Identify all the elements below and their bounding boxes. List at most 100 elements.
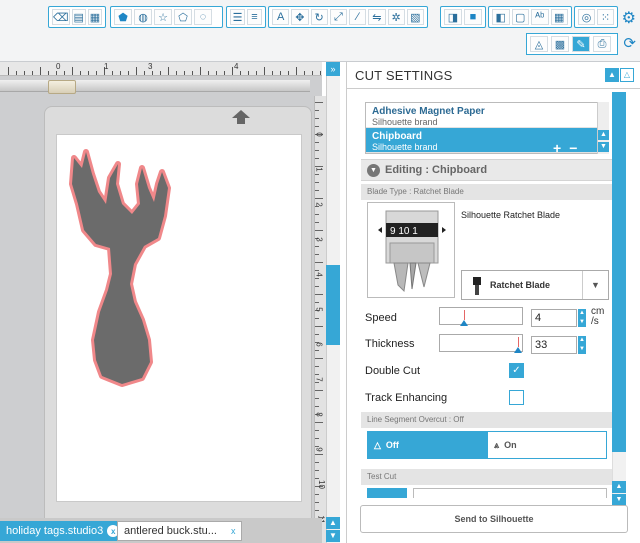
ruler-tick: [144, 71, 145, 75]
ruler-tick: [315, 502, 319, 503]
send-to-silhouette-button[interactable]: Send to Silhouette: [360, 505, 628, 533]
text-tool-icon[interactable]: A: [272, 9, 290, 25]
panel-scroll-thumb[interactable]: [612, 92, 626, 452]
gear-icon[interactable]: ⚙: [622, 8, 636, 28]
thickness-slider-thumb[interactable]: [514, 347, 522, 353]
knife-icon[interactable]: ∕: [349, 9, 367, 25]
rotate-icon[interactable]: ↻: [310, 9, 328, 25]
speed-stepper-icon[interactable]: ▲ ▼: [578, 309, 586, 327]
line-color-icon[interactable]: ☰: [230, 9, 245, 25]
line-style-icon[interactable]: ≡: [247, 9, 262, 25]
zoom-track[interactable]: [0, 80, 310, 92]
track-enhancing-checkbox[interactable]: [509, 390, 524, 405]
overcut-on-button[interactable]: ⩓ On: [487, 431, 607, 459]
ruler-tick: [315, 182, 319, 183]
thickness-slider[interactable]: [439, 334, 523, 353]
scale-icon[interactable]: ⤢: [329, 9, 347, 25]
toolbar-panels: ◬ ▩ ✎ ⎙: [526, 33, 618, 55]
ruler-tick: [315, 294, 323, 295]
polygon-icon[interactable]: ⬠: [174, 9, 192, 25]
page-setup-icon[interactable]: ▢: [511, 9, 529, 25]
ruler-tick: [315, 198, 323, 199]
ruler-top: 0 1 3 4: [0, 62, 322, 76]
panel-mode-toggle: ▲ △: [605, 68, 634, 82]
eraser-icon[interactable]: ⌫: [52, 9, 70, 25]
ruler-number: 0: [314, 132, 324, 137]
dots-icon[interactable]: ⁙: [597, 9, 614, 25]
advanced-mode-icon[interactable]: △: [620, 68, 634, 82]
fill-icon[interactable]: ◨: [444, 9, 462, 25]
blade-icon: [473, 277, 481, 295]
thickness-stepper-icon[interactable]: ▲ ▼: [578, 336, 586, 354]
test-cut-field[interactable]: [413, 488, 607, 498]
scroll-up-icon[interactable]: ▲: [598, 130, 609, 140]
ruler-tick: [315, 350, 319, 351]
sync-icon[interactable]: ⟳: [623, 34, 636, 52]
track-enhancing-label: Track Enhancing: [365, 392, 448, 404]
tab-antlered-buck[interactable]: antlered buck.stu... x: [117, 521, 243, 541]
mat-view-icon[interactable]: ◬: [530, 36, 548, 52]
thickness-slider-marker: [518, 337, 519, 347]
ruler-tick: [56, 71, 57, 75]
collapse-panel-icon[interactable]: »: [326, 62, 340, 76]
offset-icon[interactable]: ◍: [134, 9, 152, 25]
nudge-icon[interactable]: ▧: [406, 9, 424, 25]
tab-holiday-tags[interactable]: holiday tags.studio3 x: [0, 521, 126, 541]
ruler-tick: [48, 71, 49, 75]
thickness-input[interactable]: 33: [531, 336, 577, 354]
ruler-tick: [40, 67, 41, 75]
blade-type-select[interactable]: Ratchet Blade ▼: [461, 270, 609, 300]
replicate-icon[interactable]: ✲: [387, 9, 405, 25]
speed-slider-thumb[interactable]: [460, 320, 468, 326]
scroll-up-icon[interactable]: ▲: [326, 517, 340, 529]
test-cut-button[interactable]: [367, 488, 407, 498]
library-icon[interactable]: ◧: [492, 9, 510, 25]
chevron-down-icon[interactable]: ▼: [582, 271, 608, 299]
mirror-icon[interactable]: ⇋: [368, 9, 386, 25]
canvas-scroll-thumb[interactable]: [326, 265, 340, 345]
registration-icon[interactable]: ◎: [578, 9, 595, 25]
deer-head-shape[interactable]: [62, 144, 172, 394]
material-list-scrollbar[interactable]: ▲ ▼: [597, 102, 609, 154]
move-icon[interactable]: ✥: [291, 9, 309, 25]
fill-gradient-icon[interactable]: ■: [464, 9, 482, 25]
scroll-down-icon[interactable]: ▼: [326, 530, 340, 542]
ruler-number: 5: [314, 307, 324, 312]
text-style-icon[interactable]: ᴬᵇ: [531, 9, 549, 25]
star-icon[interactable]: ☆: [154, 9, 172, 25]
material-add-remove: + −: [553, 140, 577, 156]
grid-icon[interactable]: ▦: [550, 9, 568, 25]
pattern-icon[interactable]: ▦: [87, 9, 102, 25]
double-cut-checkbox[interactable]: ✓: [509, 363, 524, 378]
cut-settings-icon[interactable]: ✎: [572, 36, 590, 52]
editing-header[interactable]: ▼ Editing : Chipboard: [361, 159, 613, 181]
ruler-number: 4: [314, 272, 324, 277]
panel-icon[interactable]: ▤: [71, 9, 86, 25]
scroll-down-icon[interactable]: ▼: [598, 142, 609, 152]
speed-input[interactable]: 4: [531, 309, 577, 327]
test-cut-header: Test Cut: [361, 469, 613, 485]
ruler-tick: [184, 71, 185, 75]
overcut-off-button[interactable]: △ Off: [367, 431, 487, 459]
trace-icon[interactable]: ◌: [194, 9, 212, 25]
send-panel-icon[interactable]: ⎙: [593, 36, 611, 52]
remove-material-button[interactable]: −: [569, 140, 577, 156]
scroll-up-icon[interactable]: ▲: [612, 481, 626, 493]
ruler-tick: [8, 67, 9, 75]
panel-divider: [347, 88, 640, 89]
blade-select-label: Ratchet Blade: [490, 280, 551, 290]
close-icon[interactable]: x: [231, 526, 236, 536]
ruler-tick: [315, 246, 319, 247]
simple-mode-icon[interactable]: ▲: [605, 68, 619, 82]
list-item[interactable]: Adhesive Magnet Paper Silhouette brand: [366, 103, 608, 128]
pentagon-icon[interactable]: ⬟: [114, 9, 132, 25]
zoom-thumb[interactable]: [48, 80, 76, 94]
toolbar-group-tools: A ✥ ↻ ⤢ ∕ ⇋ ✲ ▧: [268, 6, 428, 28]
chevron-down-icon[interactable]: ▼: [367, 164, 380, 177]
add-material-button[interactable]: +: [553, 140, 561, 156]
speed-slider[interactable]: [439, 307, 523, 326]
ruler-tick: [315, 102, 323, 103]
canvas-area[interactable]: 0134 0123456789101112: [0, 62, 326, 543]
ruler-tick: [168, 67, 169, 75]
grid-view-icon[interactable]: ▩: [551, 36, 569, 52]
